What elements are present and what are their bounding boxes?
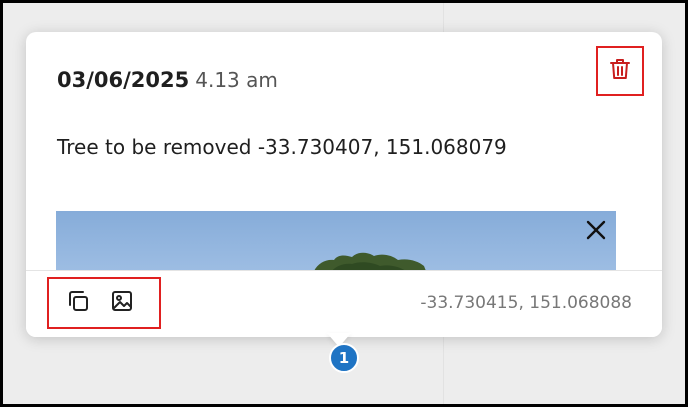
- screenshot-frame: 03/06/2025 4.13 am Tree to be removed -3…: [0, 0, 688, 407]
- action-group: [47, 277, 161, 329]
- close-icon: [585, 219, 607, 245]
- map-marker[interactable]: 1: [329, 343, 359, 373]
- image-icon: [110, 289, 134, 317]
- entry-note: Tree to be removed -33.730407, 151.06807…: [57, 135, 507, 159]
- footer-coordinates: -33.730415, 151.068088: [420, 293, 632, 313]
- copy-icon: [66, 289, 90, 317]
- trash-icon: [609, 57, 631, 85]
- delete-button[interactable]: [596, 46, 644, 96]
- copy-button[interactable]: [65, 290, 91, 316]
- entry-time: 4.13 am: [195, 68, 278, 92]
- image-button[interactable]: [109, 290, 135, 316]
- entry-date: 03/06/2025: [57, 68, 190, 92]
- close-photo-button[interactable]: [582, 218, 610, 246]
- popup-header: 03/06/2025 4.13 am: [57, 68, 278, 92]
- location-popup: 03/06/2025 4.13 am Tree to be removed -3…: [26, 32, 662, 337]
- attached-photo[interactable]: [56, 211, 616, 271]
- photo-tree-canopy: [314, 252, 426, 271]
- marker-label: 1: [338, 349, 350, 367]
- popup-footer: -33.730415, 151.068088: [26, 270, 662, 337]
